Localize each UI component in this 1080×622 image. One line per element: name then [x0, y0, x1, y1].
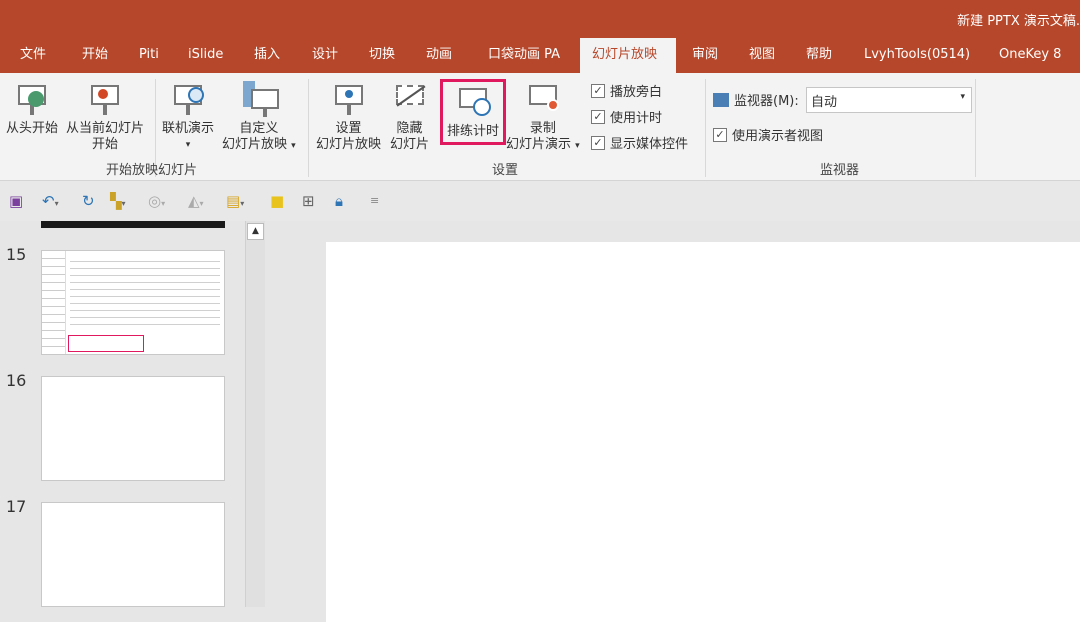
slide-canvas[interactable] [326, 242, 1080, 622]
chevron-down-icon: ▾ [960, 92, 965, 102]
hide-slide-button[interactable]: 隐藏 幻灯片 [390, 81, 429, 153]
globe-presentation-icon [170, 81, 206, 117]
lock-icon[interactable]: 🔒︎ [335, 193, 343, 209]
monitor-select[interactable]: 自动 ▾ [806, 87, 972, 113]
group-label-setup: 设置 [492, 163, 519, 178]
chevron-down-icon: ▾ [575, 141, 580, 151]
slide-thumbnail-16[interactable] [41, 376, 225, 481]
presenter-view-checkbox[interactable]: ✓ 使用演示者视图 [713, 125, 823, 144]
chevron-down-icon: ▾ [291, 141, 296, 151]
from-beginning-button[interactable]: 从头开始 [6, 81, 58, 137]
tab-islide[interactable]: iSlide [184, 38, 227, 73]
checkmark-icon: ✓ [713, 127, 727, 142]
tab-slide-show[interactable]: 幻灯片放映 [580, 38, 676, 73]
redo-icon[interactable]: ↻ [82, 193, 95, 209]
tab-animations[interactable]: 动画 [422, 38, 456, 73]
title-bar: 新建 PPTX 演示文稿. [0, 0, 1080, 38]
checkmark-icon: ✓ [591, 109, 605, 124]
tab-lvyhtools[interactable]: LvyhTools(0514) [860, 38, 974, 73]
custom-slide-show-button[interactable]: 自定义 幻灯片放映 ▾ [222, 81, 296, 154]
show-media-controls-checkbox[interactable]: ✓ 显示媒体控件 [591, 133, 688, 152]
ribbon: 从头开始 从当前幻灯片 开始 联机演示 ▾ 自定义 幻灯片放映 ▾ 开始放映幻灯… [0, 73, 1080, 181]
checkmark-icon: ✓ [591, 135, 605, 150]
present-online-button[interactable]: 联机演示 ▾ [162, 81, 214, 153]
tab-view[interactable]: 视图 [745, 38, 779, 73]
tab-pocket-animation[interactable]: 口袋动画 PA [484, 38, 564, 73]
fill-icon[interactable]: ■ [270, 193, 284, 209]
checkmark-icon: ✓ [591, 83, 605, 98]
slide-thumbnail-14-partial[interactable] [41, 221, 225, 228]
group-label-monitor: 监视器 [820, 163, 860, 178]
tab-transitions[interactable]: 切换 [365, 38, 399, 73]
presentation-chart-icon [87, 81, 123, 117]
monitor-icon [713, 92, 729, 107]
select-icon[interactable]: ▤▾ [226, 193, 244, 212]
highlight-box [68, 335, 144, 352]
setup-show-icon [331, 81, 367, 117]
window-title: 新建 PPTX 演示文稿. [957, 14, 1080, 29]
arrange-icon[interactable]: ▚▾ [110, 193, 126, 212]
thumbnails-scrollbar[interactable]: ▲ [245, 221, 265, 607]
chevron-down-icon: ▾ [185, 140, 191, 150]
tab-review[interactable]: 审阅 [688, 38, 722, 73]
tab-onekey[interactable]: OneKey 8 [995, 38, 1065, 73]
ribbon-tabs: 文件 开始 Piti iSlide 插入 设计 切换 动画 口袋动画 PA 幻灯… [0, 38, 1080, 73]
align-icon[interactable]: ◭▾ [188, 193, 204, 212]
slide-number: 16 [6, 371, 27, 390]
rehearse-timings-button[interactable]: 排练计时 [440, 79, 506, 145]
hide-slide-icon [392, 81, 428, 117]
tab-help[interactable]: 帮助 [802, 38, 836, 73]
customize-toolbar-icon[interactable]: ≡ [370, 193, 379, 209]
scroll-up-icon[interactable]: ▲ [247, 223, 264, 240]
slide-number: 17 [6, 497, 27, 516]
shapes-icon[interactable]: ◎▾ [148, 193, 165, 212]
slide-number: 15 [6, 245, 27, 264]
slide-thumbnail-17[interactable] [41, 502, 225, 607]
custom-show-icon [241, 81, 279, 117]
monitor-label: 监视器(M): [713, 90, 799, 109]
set-up-slide-show-button[interactable]: 设置 幻灯片放映 [316, 81, 381, 153]
slide-thumbnail-15[interactable] [41, 250, 225, 355]
quick-access-toolbar: ▣ ↶▾ ↻ ▚▾ ◎▾ ◭▾ ▤▾ ■ ⊞ 🔒︎ ≡ [0, 181, 1080, 221]
tab-home[interactable]: 开始 [78, 38, 112, 73]
undo-icon[interactable]: ↶▾ [42, 193, 59, 212]
save-icon[interactable]: ▣ [9, 193, 23, 209]
record-icon [525, 81, 561, 117]
from-current-slide-button[interactable]: 从当前幻灯片 开始 [66, 81, 144, 153]
tab-insert[interactable]: 插入 [250, 38, 284, 73]
play-narrations-checkbox[interactable]: ✓ 播放旁白 [591, 81, 662, 100]
tab-file[interactable]: 文件 [16, 38, 50, 73]
group-label-start: 开始放映幻灯片 [106, 163, 198, 178]
selection-pane-icon[interactable]: ⊞ [302, 193, 315, 209]
tab-design[interactable]: 设计 [308, 38, 342, 73]
play-presentation-icon [14, 81, 50, 117]
slide-thumbnails-pane: 15 16 17 [0, 221, 265, 607]
use-timings-checkbox[interactable]: ✓ 使用计时 [591, 107, 662, 126]
stopwatch-icon [455, 86, 491, 122]
tab-piti[interactable]: Piti [135, 38, 163, 73]
record-slide-show-button[interactable]: 录制 幻灯片演示 ▾ [506, 81, 580, 154]
